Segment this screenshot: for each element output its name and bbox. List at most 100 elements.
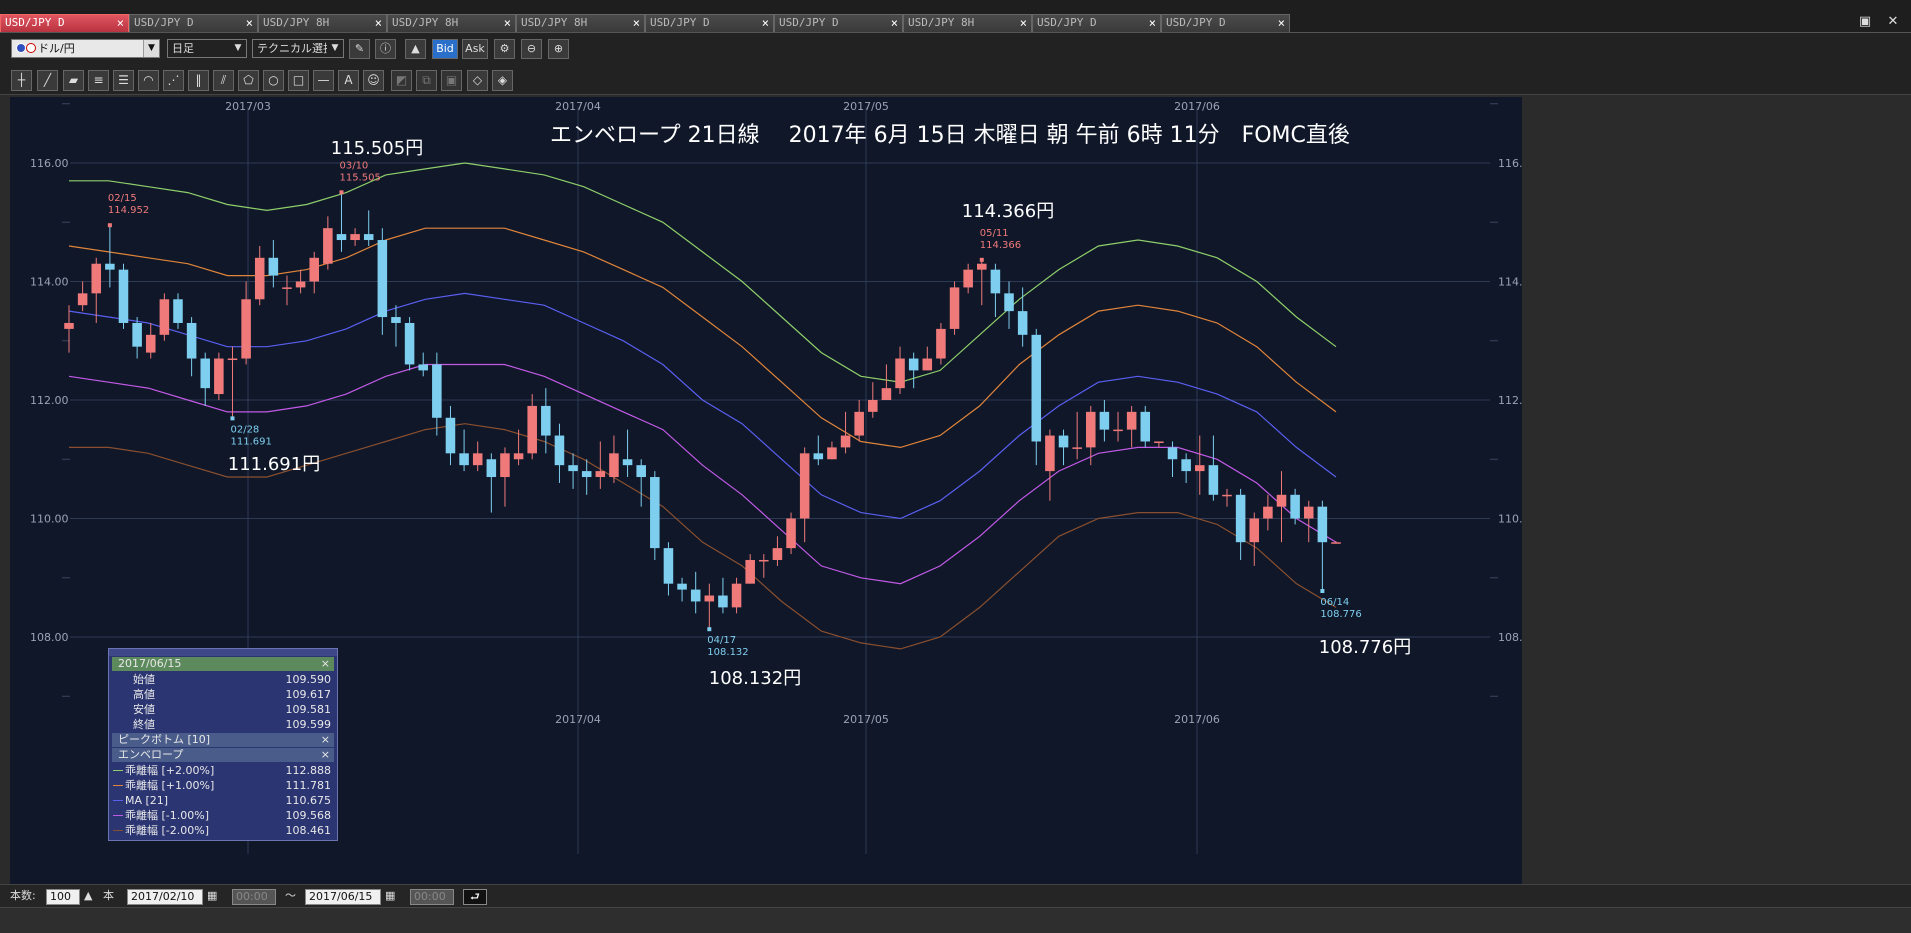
pencil-icon[interactable]: ✎ (349, 39, 370, 59)
data-window[interactable]: 2017/06/15 × 始値 109.590 高値 109.617 安値 109.581… (108, 648, 338, 841)
candle-down (1167, 447, 1178, 460)
candle-up (1276, 494, 1287, 507)
calendar-icon[interactable]: ▦ (385, 889, 395, 905)
envelope-section: エンベロープ × (112, 748, 334, 762)
tab-2[interactable]: USD/JPY 8H × (258, 14, 387, 32)
pitchfork-icon[interactable]: ⫽ (213, 70, 234, 91)
candle-down (990, 269, 1001, 294)
tab-1[interactable]: USD/JPY D × (129, 14, 258, 32)
to-time-input[interactable]: 00:00 (410, 889, 454, 905)
from-date-input[interactable]: 2017/02/10 (127, 889, 203, 905)
copy-icon[interactable]: ⧉ (416, 70, 437, 91)
chevron-down-icon[interactable]: ▼ (143, 40, 159, 57)
candle-down (132, 322, 142, 347)
tab-close-icon[interactable]: × (762, 15, 769, 31)
tab-close-icon[interactable]: × (891, 15, 898, 31)
close-icon[interactable]: × (321, 657, 330, 671)
count-select[interactable]: 100 ▾ (46, 889, 80, 917)
calendar-icon[interactable]: ▦ (207, 889, 217, 905)
tab-label: USD/JPY 8H (263, 16, 330, 29)
tab-close-icon[interactable]: × (1278, 15, 1285, 31)
tab-4[interactable]: USD/JPY 8H × (516, 14, 645, 32)
ask-button[interactable]: Ask (462, 39, 488, 59)
chart-settings-icon[interactable]: ⚙ (494, 39, 515, 59)
tab-close-icon[interactable]: × (117, 15, 124, 31)
stepper-up-icon[interactable]: ▲ (84, 889, 92, 905)
layer-icon[interactable]: ◩ (391, 70, 412, 91)
vertical-lines-icon[interactable]: ‖ (188, 70, 209, 91)
tab-0[interactable]: USD/JPY D × (0, 14, 129, 32)
eraser-all-icon[interactable]: ◈ (492, 70, 513, 91)
tab-close-icon[interactable]: × (1020, 15, 1027, 31)
candle-down (1099, 411, 1110, 430)
from-time-input[interactable]: 00:00 (232, 889, 276, 905)
eraser-icon[interactable]: ◇ (467, 70, 488, 91)
tab-close-icon[interactable]: × (246, 15, 253, 31)
price-callout: 111.691円 (228, 454, 320, 475)
currency-pair-select[interactable]: ドル/円 ▼ (11, 39, 160, 58)
tab-close-icon[interactable]: × (504, 15, 511, 31)
info-icon[interactable]: ⓘ (375, 39, 396, 59)
smiley-icon[interactable]: ☺ (363, 70, 384, 91)
horizontal-lines-icon[interactable]: ≡ (88, 70, 109, 91)
candle-down (636, 465, 646, 478)
tab-label: USD/JPY D (5, 16, 65, 29)
close-icon[interactable]: ✕ (1883, 14, 1903, 30)
mountain-chart-icon[interactable]: ▲ (405, 39, 426, 59)
ruler-icon[interactable]: ▰ (63, 70, 84, 91)
candle-up (827, 447, 837, 460)
tab-close-icon[interactable]: × (375, 15, 382, 31)
chevron-down-icon[interactable]: ▼ (327, 40, 343, 57)
tab-5[interactable]: USD/JPY D × (645, 14, 774, 32)
tab-3[interactable]: USD/JPY 8H × (387, 14, 516, 32)
fibonacci-icon[interactable]: ☰ (113, 70, 134, 91)
technical-select[interactable]: テクニカル選択 ▼ (252, 39, 344, 58)
text-icon[interactable]: A (338, 70, 359, 91)
trendline-icon[interactable]: ╱ (37, 70, 58, 91)
y-axis-label-right: 116.00 (1498, 157, 1522, 170)
candle-down (363, 234, 374, 241)
candle-up (1154, 441, 1164, 443)
close-icon[interactable]: × (321, 748, 330, 762)
envelope-row: 乖離幅 [+1.00%] 111.781 (109, 778, 337, 793)
tab-label: USD/JPY D (1166, 16, 1226, 29)
hline-icon[interactable]: — (313, 70, 334, 91)
bid-button[interactable]: Bid (432, 39, 458, 59)
lock-icon[interactable]: ▣ (441, 70, 462, 91)
currency-pair-label: ドル/円 (38, 42, 75, 55)
month-label-bottom: 2017/04 (555, 713, 601, 726)
candle-up (350, 234, 360, 241)
candle-down (1208, 465, 1219, 495)
peak-price: 114.366 (980, 240, 1021, 251)
reload-icon[interactable]: ⮐ (463, 889, 487, 905)
fan-icon[interactable]: ⋰ (163, 70, 184, 91)
zoom-out-icon[interactable]: ⊖ (521, 39, 542, 59)
tab-8[interactable]: USD/JPY D × (1032, 14, 1161, 32)
candle-down (650, 477, 660, 549)
rectangle-icon[interactable]: □ (288, 70, 309, 91)
tab-close-icon[interactable]: × (633, 15, 640, 31)
tab-close-icon[interactable]: × (1149, 15, 1156, 31)
arc-icon[interactable]: ◠ (138, 70, 159, 91)
crosshair-icon[interactable]: ┼ (11, 70, 32, 91)
candle-up (1222, 494, 1232, 497)
drag-handle[interactable] (109, 649, 337, 656)
candle-up (1086, 411, 1096, 448)
pentagon-icon[interactable]: ⬠ (238, 70, 259, 91)
peak-price: 108.132 (707, 647, 748, 658)
candle-down (336, 234, 347, 241)
timeframe-select[interactable]: 日足 ▼ (167, 39, 247, 58)
candle-up (609, 453, 619, 478)
candle-up (527, 405, 537, 454)
close-icon[interactable]: × (321, 733, 330, 747)
main-toolbar: ドル/円 ▼ 日足 ▼ テクニカル選択 ▼ ✎ ⓘ ▲ Bid Ask ⚙ ⊖ … (0, 33, 1911, 63)
candle-down (486, 459, 497, 478)
circle-icon[interactable]: ○ (263, 70, 284, 91)
tab-7[interactable]: USD/JPY 8H × (903, 14, 1032, 32)
tab-6[interactable]: USD/JPY D × (774, 14, 903, 32)
tab-9[interactable]: USD/JPY D × (1161, 14, 1290, 32)
zoom-in-icon[interactable]: ⊕ (548, 39, 569, 59)
to-date-input[interactable]: 2017/06/15 (305, 889, 381, 905)
chevron-down-icon[interactable]: ▼ (230, 40, 246, 57)
maximize-icon[interactable]: ▣ (1855, 14, 1875, 30)
